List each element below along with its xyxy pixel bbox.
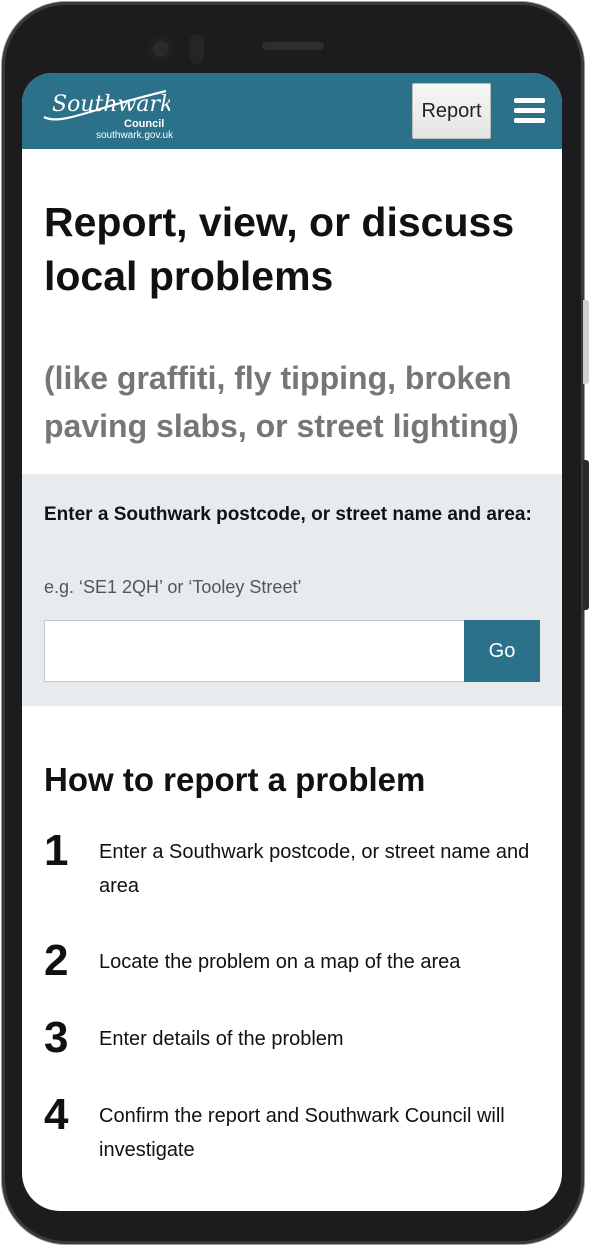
step-number: 4 — [44, 1090, 69, 1139]
postcode-search-input[interactable] — [44, 620, 464, 682]
postcode-search-panel: Enter a Southwark postcode, or street na… — [22, 474, 562, 706]
proximity-sensor — [190, 34, 204, 64]
report-button[interactable]: Report — [412, 83, 491, 139]
step-text: Confirm the report and Southwark Council… — [99, 1105, 505, 1161]
hamburger-menu-icon[interactable] — [514, 98, 545, 123]
step-number: 3 — [44, 1013, 69, 1062]
phone-side-button — [583, 300, 589, 384]
step-number: 1 — [44, 826, 69, 875]
go-button[interactable]: Go — [464, 620, 540, 682]
logo-script-text: Southwark — [52, 92, 170, 117]
search-label: Enter a Southwark postcode, or street na… — [44, 504, 532, 525]
front-camera — [148, 36, 174, 62]
logo-council-text: Council — [124, 118, 165, 130]
page-title: Report, view, or discuss local problems — [44, 199, 515, 299]
phone-power-button — [583, 460, 589, 610]
step-text: Enter a Southwark postcode, or street na… — [99, 841, 530, 897]
step-number: 2 — [44, 936, 69, 985]
logo-url-text: southwark.gov.uk — [96, 130, 174, 141]
search-hint: e.g. ‘SE1 2QH’ or ‘Tooley Street’ — [44, 577, 302, 597]
earpiece-speaker — [262, 42, 324, 50]
how-to-heading: How to report a problem — [44, 761, 426, 798]
phone-screen: Southwark Council southwark.gov.uk Repor… — [22, 73, 562, 1211]
site-header: Southwark Council southwark.gov.uk Repor… — [22, 73, 562, 149]
southwark-council-logo[interactable]: Southwark Council southwark.gov.uk — [40, 85, 174, 141]
page-subtitle: (like graffiti, fly tipping, broken pavi… — [44, 360, 519, 444]
step-text: Locate the problem on a map of the area — [99, 951, 461, 973]
step-text: Enter details of the problem — [99, 1028, 344, 1050]
